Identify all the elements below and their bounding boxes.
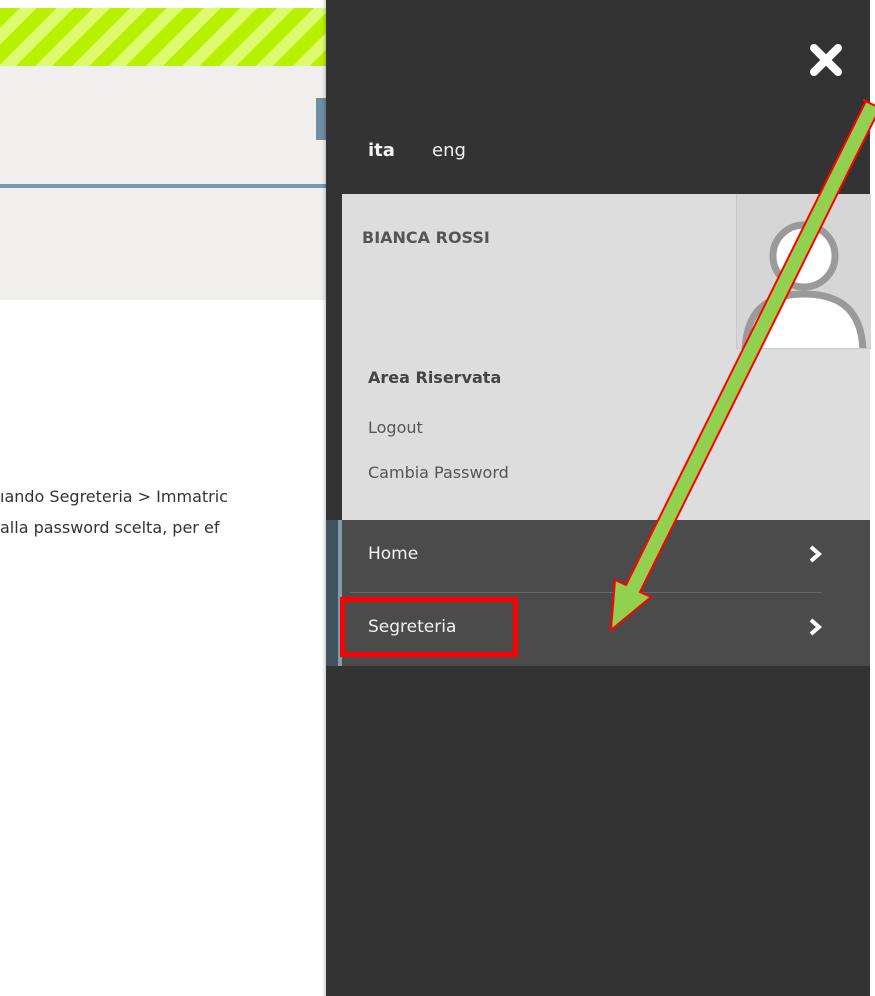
top-margin	[0, 0, 330, 8]
menu-item-home[interactable]: Home	[342, 520, 870, 593]
close-button[interactable]	[806, 40, 846, 80]
chevron-right-icon	[809, 545, 822, 563]
body-text-line-1: ıando Segreteria > Immatric	[0, 487, 228, 506]
language-eng[interactable]: eng	[432, 140, 466, 161]
change-password-link[interactable]: Cambia Password	[368, 463, 509, 482]
menu-item-segreteria[interactable]: Segreteria	[342, 593, 870, 666]
menu-accent-bar	[326, 520, 342, 666]
reserved-area-title: Area Riservata	[368, 368, 502, 387]
menu-item-label: Segreteria	[368, 617, 457, 637]
chevron-right-icon	[809, 618, 822, 636]
close-icon	[810, 44, 842, 76]
header-divider	[0, 184, 330, 188]
header-stripe-bar	[0, 8, 330, 66]
user-name: BIANCA ROSSI	[362, 228, 490, 247]
user-avatar-icon	[736, 194, 871, 349]
language-ita[interactable]: ita	[368, 140, 395, 161]
body-text-line-2: alla password scelta, per ef	[0, 518, 220, 537]
background-page: ıando Segreteria > Immatric alla passwor…	[0, 0, 330, 996]
window-edge	[870, 0, 875, 996]
header-band	[0, 66, 330, 300]
logout-link[interactable]: Logout	[368, 418, 423, 437]
menu-item-label: Home	[368, 544, 419, 564]
